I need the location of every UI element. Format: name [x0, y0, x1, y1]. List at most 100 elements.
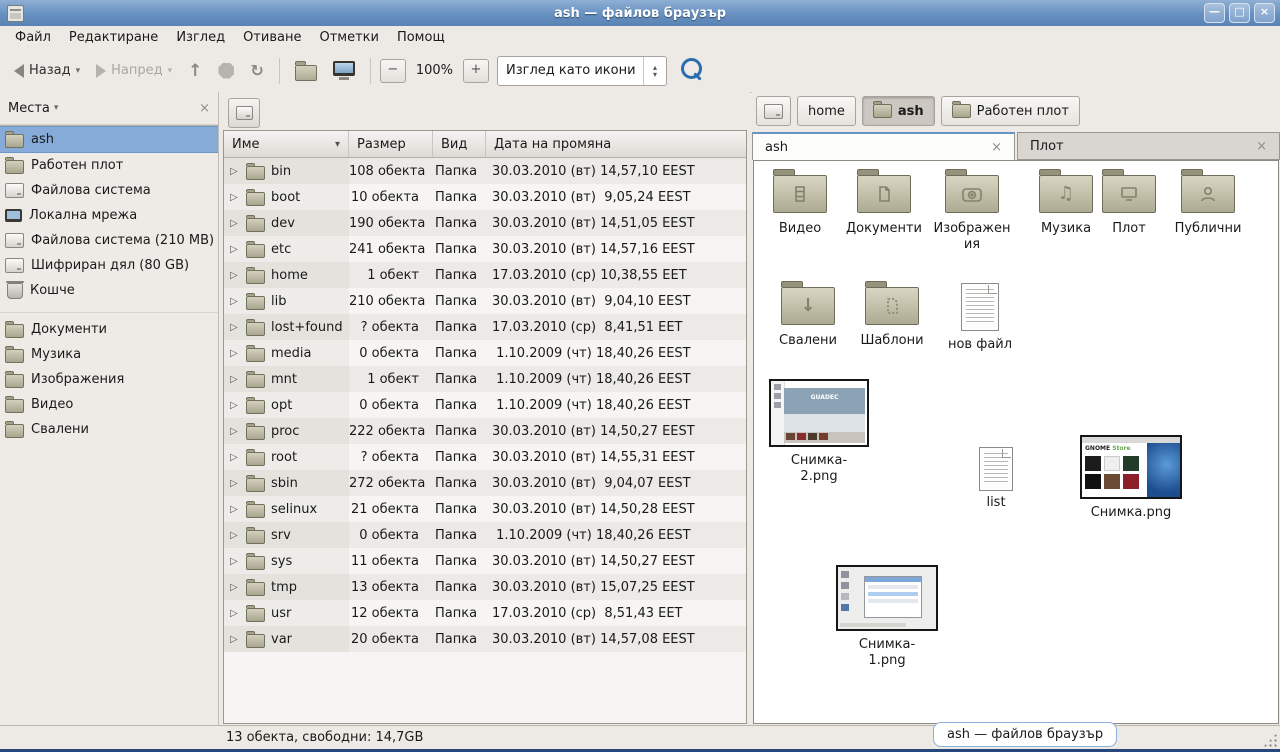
path-current-button[interactable]: ash [862, 96, 935, 126]
reload-button[interactable]: ↻ [244, 57, 269, 84]
icon-item-pictures[interactable]: Изображения [932, 175, 1012, 252]
table-row[interactable]: ▷mnt1 обектПапка 1.10.2009 (чт) 18,40,26… [224, 366, 746, 392]
computer-button[interactable] [327, 57, 361, 84]
sidebar-item-videos[interactable]: Видео [0, 392, 218, 417]
table-row[interactable]: ▷lib210 обектаПапка30.03.2010 (вт) 9,04,… [224, 288, 746, 314]
expander-icon[interactable]: ▷ [230, 426, 240, 437]
table-row[interactable]: ▷sbin272 обектаПапка30.03.2010 (вт) 9,04… [224, 470, 746, 496]
expander-icon[interactable]: ▷ [230, 218, 240, 229]
icon-item-snimka[interactable]: GNOME Store Снимка.png [1080, 435, 1182, 521]
expander-icon[interactable]: ▷ [230, 270, 240, 281]
expander-icon[interactable]: ▷ [230, 452, 240, 463]
sidebar-item-home[interactable]: ash [0, 126, 218, 153]
sidebar-item-pictures[interactable]: Изображения [0, 367, 218, 392]
location-button[interactable] [228, 98, 260, 128]
icon-item-public[interactable]: Публични [1162, 175, 1254, 237]
icon-item-templates[interactable]: Шаблони [846, 287, 938, 349]
icon-item-new-file[interactable]: нов файл [934, 283, 1026, 353]
menu-go[interactable]: Отиване [234, 28, 310, 47]
combo-arrows-icon[interactable]: ▴ ▾ [643, 57, 666, 85]
table-row[interactable]: ▷root? обектаПапка30.03.2010 (вт) 14,55,… [224, 444, 746, 470]
up-button[interactable]: ↑ [182, 57, 208, 85]
expander-icon[interactable]: ▷ [230, 244, 240, 255]
back-dropdown-icon[interactable]: ▾ [76, 66, 81, 76]
table-row[interactable]: ▷usr12 обектаПапка17.03.2010 (ср) 8,51,4… [224, 600, 746, 626]
path-root-button[interactable] [756, 96, 791, 126]
expander-icon[interactable]: ▷ [230, 556, 240, 567]
table-row[interactable]: ▷proc222 обектаПапка30.03.2010 (вт) 14,5… [224, 418, 746, 444]
sidebar-item-desktop[interactable]: Работен плот [0, 153, 218, 178]
maximize-button[interactable]: □ [1229, 3, 1250, 23]
window-list-button[interactable]: ash — файлов браузър [933, 722, 1117, 747]
stop-button[interactable] [212, 59, 240, 83]
table-row[interactable]: ▷var20 обектаПапка30.03.2010 (вт) 14,57,… [224, 626, 746, 652]
sidebar-item-downloads[interactable]: Свалени [0, 417, 218, 442]
expander-icon[interactable]: ▷ [230, 478, 240, 489]
expander-icon[interactable]: ▷ [230, 374, 240, 385]
icon-item-list[interactable]: list [966, 447, 1026, 511]
expander-icon[interactable]: ▷ [230, 322, 240, 333]
back-button[interactable]: Назад ▾ [8, 59, 86, 82]
minimize-button[interactable]: — [1204, 3, 1225, 23]
menu-bookmarks[interactable]: Отметки [310, 28, 387, 47]
sidebar-item-network[interactable]: Локална мрежа [0, 203, 218, 228]
table-row[interactable]: ▷sys11 обектаПапка30.03.2010 (вт) 14,50,… [224, 548, 746, 574]
menu-file[interactable]: Файл [6, 28, 60, 47]
expander-icon[interactable]: ▷ [230, 400, 240, 411]
table-row[interactable]: ▷tmp13 обектаПапка30.03.2010 (вт) 15,07,… [224, 574, 746, 600]
menu-help[interactable]: Помощ [388, 28, 454, 47]
menu-edit[interactable]: Редактиране [60, 28, 167, 47]
tab-close-icon[interactable]: × [1256, 139, 1267, 154]
expander-icon[interactable]: ▷ [230, 348, 240, 359]
titlebar[interactable]: ash — файлов браузър — □ × [0, 0, 1280, 27]
tab-ash[interactable]: ash × [752, 132, 1015, 160]
sidebar-item-encrypted[interactable]: Шифриран дял (80 GB) [0, 253, 218, 278]
sidebar-close-icon[interactable]: × [199, 101, 210, 116]
expander-icon[interactable]: ▷ [230, 296, 240, 307]
tab-desktop[interactable]: Плот × [1017, 132, 1280, 160]
path-home-button[interactable]: home [797, 96, 856, 126]
column-header-type[interactable]: Вид [433, 131, 486, 157]
sidebar-item-trash[interactable]: Кошче [0, 278, 218, 303]
sidebar-item-filesystem[interactable]: Файлова система [0, 178, 218, 203]
table-row[interactable]: ▷lost+found? обектаПапка17.03.2010 (ср) … [224, 314, 746, 340]
sidebar-title[interactable]: Места [8, 101, 50, 116]
icon-grid[interactable]: Видео Документи Изображения ♫ Музика [753, 160, 1279, 724]
table-row[interactable]: ▷srv0 обектаПапка 1.10.2009 (чт) 18,40,2… [224, 522, 746, 548]
expander-icon[interactable]: ▷ [230, 504, 240, 515]
forward-dropdown-icon[interactable]: ▾ [168, 66, 173, 76]
table-row[interactable]: ▷boot10 обектаПапка30.03.2010 (вт) 9,05,… [224, 184, 746, 210]
table-row[interactable]: ▷dev190 обектаПапка30.03.2010 (вт) 14,51… [224, 210, 746, 236]
expander-icon[interactable]: ▷ [230, 166, 240, 177]
table-row[interactable]: ▷home1 обектПапка17.03.2010 (ср) 10,38,5… [224, 262, 746, 288]
expander-icon[interactable]: ▷ [230, 582, 240, 593]
icon-item-documents[interactable]: Документи [838, 175, 930, 237]
column-header-size[interactable]: Размер [349, 131, 433, 157]
expander-icon[interactable]: ▷ [230, 530, 240, 541]
menu-view[interactable]: Изглед [167, 28, 234, 47]
icon-item-snimka1[interactable]: Снимка-1.png [836, 565, 938, 668]
sidebar-item-music[interactable]: Музика [0, 342, 218, 367]
resize-grip[interactable] [1263, 733, 1277, 747]
view-mode-select[interactable]: Изглед като икони ▴ ▾ [497, 56, 667, 86]
sidebar-item-documents[interactable]: Документи [0, 317, 218, 342]
close-button[interactable]: × [1254, 3, 1275, 23]
sidebar-item-filesystem-210mb[interactable]: Файлова система (210 MB) [0, 228, 218, 253]
expander-icon[interactable]: ▷ [230, 634, 240, 645]
table-row[interactable]: ▷selinux21 обектаПапка30.03.2010 (вт) 14… [224, 496, 746, 522]
icon-item-videos[interactable]: Видео [754, 175, 846, 237]
icon-item-downloads[interactable]: ↓ Свалени [762, 287, 854, 349]
column-header-date[interactable]: Дата на промяна [486, 131, 746, 157]
zoom-out-button[interactable]: − [380, 59, 406, 83]
table-row[interactable]: ▷etc241 обектаПапка30.03.2010 (вт) 14,57… [224, 236, 746, 262]
column-header-name[interactable]: Име ▾ [224, 131, 349, 157]
expander-icon[interactable]: ▷ [230, 608, 240, 619]
tab-close-icon[interactable]: × [991, 140, 1002, 155]
sidebar-dropdown-icon[interactable]: ▾ [54, 103, 59, 113]
search-icon[interactable] [681, 58, 702, 79]
table-row[interactable]: ▷media0 обектаПапка 1.10.2009 (чт) 18,40… [224, 340, 746, 366]
table-row[interactable]: ▷opt0 обектаПапка 1.10.2009 (чт) 18,40,2… [224, 392, 746, 418]
icon-item-desktop[interactable]: Плот [1094, 175, 1164, 237]
zoom-in-button[interactable]: + [463, 59, 489, 83]
path-desktop-button[interactable]: Работен плот [941, 96, 1080, 126]
